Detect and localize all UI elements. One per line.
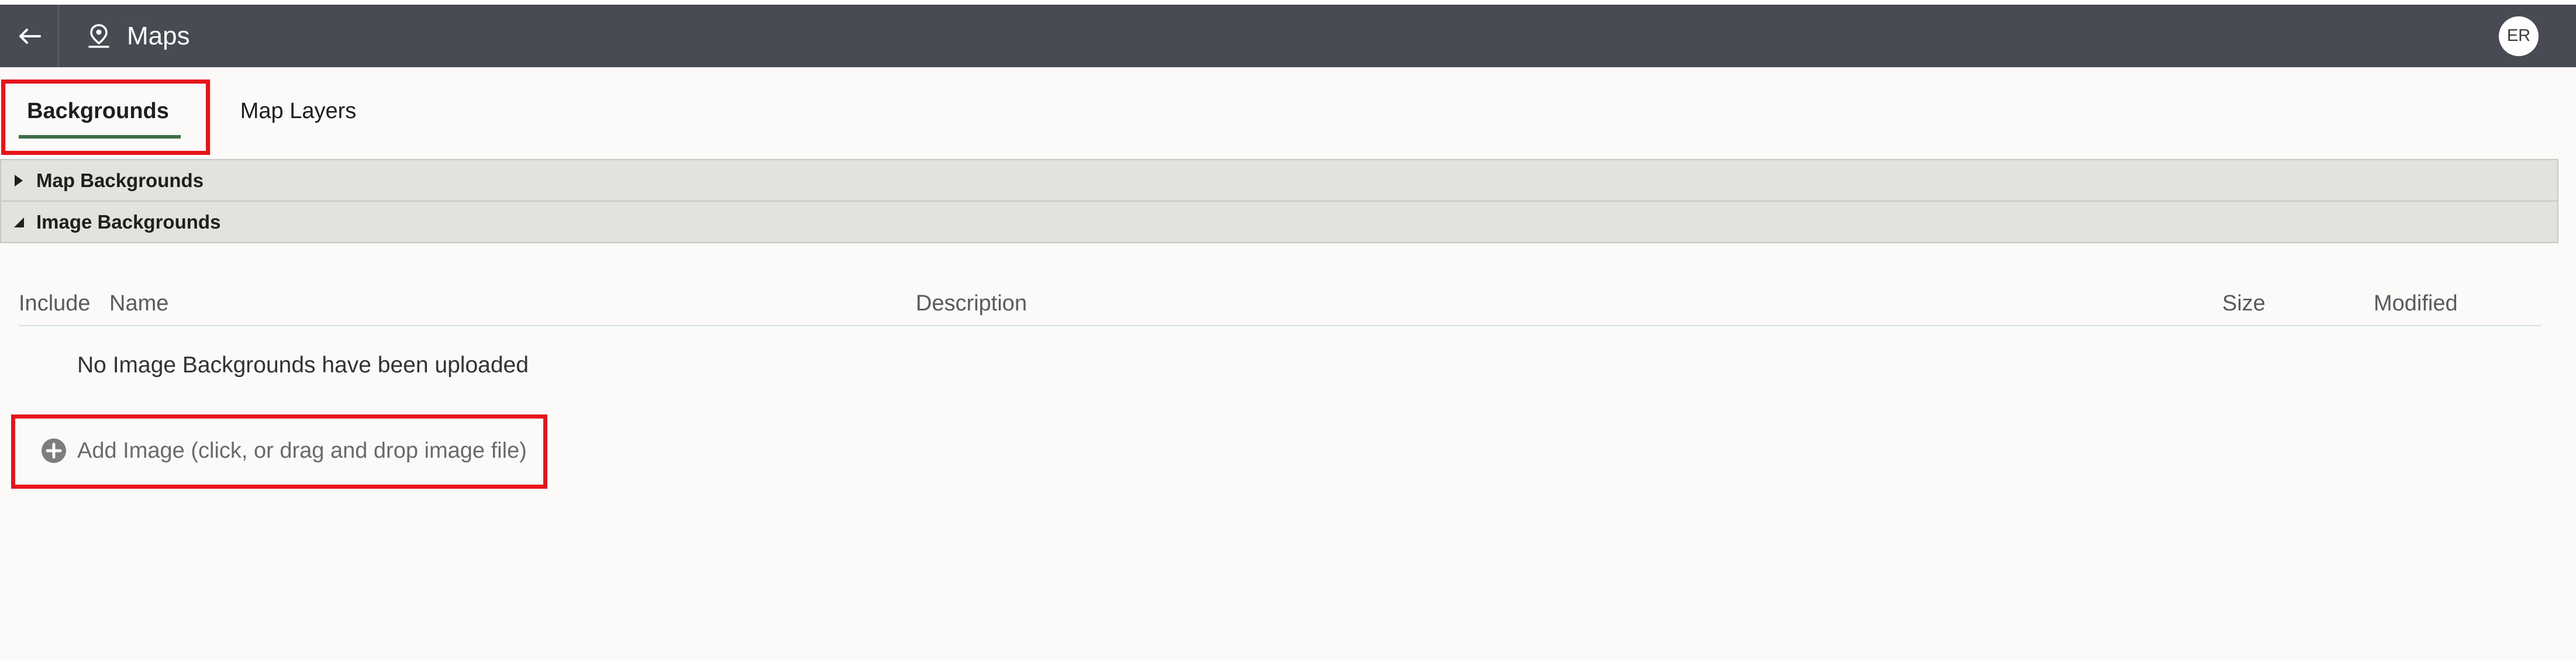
user-avatar[interactable]: ER [2499, 16, 2539, 56]
tab-selected-indicator [19, 135, 181, 139]
add-image-label: Add Image (click, or drag and drop image… [77, 438, 527, 463]
back-button[interactable] [0, 5, 59, 67]
column-header-modified[interactable]: Modified [2374, 291, 2458, 316]
image-backgrounds-section-header[interactable]: Image Backgrounds [0, 201, 2558, 243]
tab-backgrounds[interactable]: Backgrounds [6, 67, 190, 155]
column-header-size[interactable]: Size [2222, 291, 2265, 316]
caret-right-icon [1, 174, 36, 188]
back-arrow-icon [19, 28, 41, 44]
map-backgrounds-section-header[interactable]: Map Backgrounds [0, 159, 2558, 202]
app-title: Maps [127, 21, 190, 50]
tab-bar: Backgrounds Map Layers [0, 67, 2576, 155]
map-pin-icon [86, 23, 112, 49]
empty-table-message: No Image Backgrounds have been uploaded [77, 353, 529, 378]
tab-map-layers[interactable]: Map Layers [222, 67, 374, 155]
maps-page: Maps ER Backgrounds Map Layers Map Backg… [0, 0, 2576, 660]
caret-down-icon [1, 216, 36, 229]
add-image-button[interactable]: Add Image (click, or drag and drop image… [41, 430, 527, 472]
column-header-include[interactable]: Include [19, 291, 91, 316]
tab-map-layers-label: Map Layers [240, 98, 357, 123]
main-content: Backgrounds Map Layers Map Backgrounds I… [0, 67, 2576, 660]
column-header-name[interactable]: Name [109, 291, 168, 316]
map-backgrounds-label: Map Backgrounds [36, 169, 204, 191]
image-backgrounds-label: Image Backgrounds [36, 210, 221, 233]
table-header: Include Name Description Size Modified [19, 286, 2541, 326]
add-circle-icon [41, 438, 67, 464]
tab-backgrounds-label: Backgrounds [27, 98, 169, 123]
column-header-description[interactable]: Description [916, 291, 1027, 316]
app-header: Maps ER [0, 5, 2576, 67]
